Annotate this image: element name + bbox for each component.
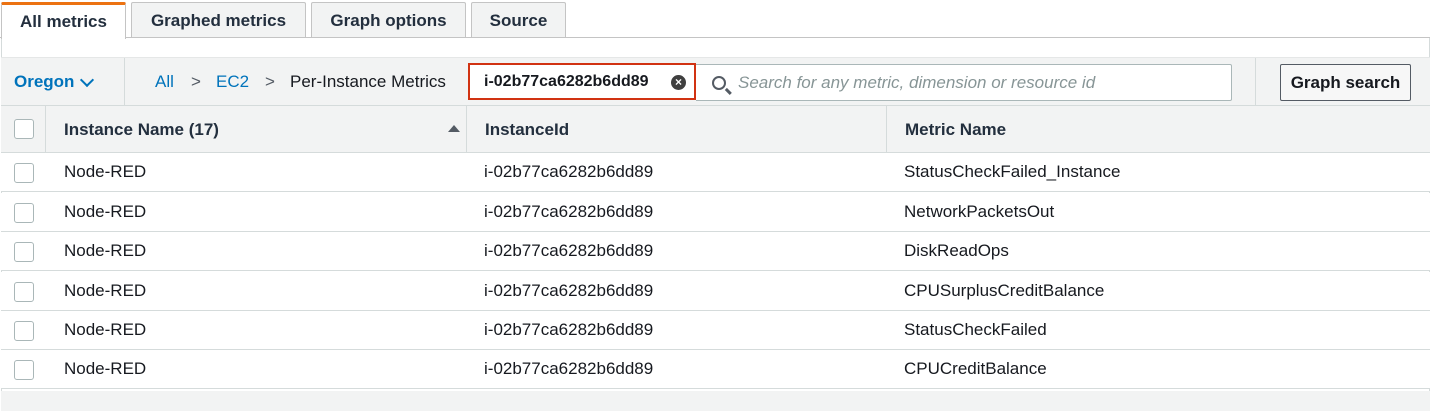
toolbar-divider bbox=[124, 58, 125, 106]
breadcrumb-all[interactable]: All bbox=[155, 72, 174, 92]
tab-bar: All metrics Graphed metrics Graph option… bbox=[0, 0, 1432, 39]
instance-id-cell: i-02b77ca6282b6dd89 bbox=[484, 359, 654, 378]
graph-search-button[interactable]: Graph search bbox=[1280, 64, 1411, 101]
instance-id-cell: i-02b77ca6282b6dd89 bbox=[484, 281, 654, 300]
breadcrumb-separator: > bbox=[265, 72, 275, 91]
row-checkbox[interactable] bbox=[14, 163, 34, 183]
row-checkbox[interactable] bbox=[14, 282, 34, 302]
table-row[interactable]: Node-RED i-02b77ca6282b6dd89 DiskReadOps bbox=[1, 232, 1430, 271]
instance-name-cell: Node-RED bbox=[64, 241, 147, 260]
column-header-metric-name[interactable]: Metric Name bbox=[905, 106, 1006, 153]
table-header: Instance Name (17) InstanceId Metric Nam… bbox=[1, 105, 1430, 153]
metric-name-cell: StatusCheckFailed bbox=[904, 320, 1047, 339]
table-row[interactable]: Node-RED i-02b77ca6282b6dd89 CPUCreditBa… bbox=[1, 350, 1430, 389]
column-header-instance-id[interactable]: InstanceId bbox=[485, 106, 569, 153]
tab-graphed-metrics[interactable]: Graphed metrics bbox=[131, 2, 306, 38]
row-checkbox[interactable] bbox=[14, 203, 34, 223]
instance-id-cell: i-02b77ca6282b6dd89 bbox=[484, 241, 654, 260]
column-divider bbox=[466, 106, 467, 153]
instance-name-cell: Node-RED bbox=[64, 162, 147, 181]
metric-search[interactable] bbox=[696, 64, 1232, 101]
table-row[interactable]: Node-RED i-02b77ca6282b6dd89 NetworkPack… bbox=[1, 193, 1430, 232]
row-checkbox[interactable] bbox=[14, 321, 34, 341]
table-row[interactable]: Node-RED i-02b77ca6282b6dd89 StatusCheck… bbox=[1, 153, 1430, 192]
metric-name-cell: NetworkPacketsOut bbox=[904, 202, 1055, 221]
instance-name-cell: Node-RED bbox=[64, 320, 147, 339]
select-all-checkbox[interactable] bbox=[14, 119, 34, 139]
instance-name-cell: Node-RED bbox=[64, 359, 147, 378]
tab-all-metrics[interactable]: All metrics bbox=[1, 2, 126, 39]
table-footer bbox=[1, 391, 1430, 411]
metric-name-cell: StatusCheckFailed_Instance bbox=[904, 162, 1121, 181]
search-input[interactable] bbox=[738, 65, 1218, 100]
instance-id-cell: i-02b77ca6282b6dd89 bbox=[484, 320, 654, 339]
instance-id-cell: i-02b77ca6282b6dd89 bbox=[484, 202, 654, 221]
breadcrumb-ec2[interactable]: EC2 bbox=[216, 72, 249, 92]
metric-name-cell: CPUSurplusCreditBalance bbox=[904, 281, 1105, 300]
browse-toolbar: Oregon All > EC2 > Per-Instance Metrics … bbox=[1, 57, 1430, 106]
column-header-instance-name[interactable]: Instance Name (17) bbox=[64, 106, 219, 153]
breadcrumb-current: Per-Instance Metrics bbox=[290, 72, 446, 91]
instance-id-cell: i-02b77ca6282b6dd89 bbox=[484, 162, 654, 181]
sort-ascending-icon[interactable] bbox=[448, 125, 460, 132]
filter-token-label: i-02b77ca6282b6dd89 bbox=[484, 72, 649, 90]
chevron-down-icon bbox=[80, 72, 95, 87]
column-divider bbox=[886, 106, 887, 153]
tab-source[interactable]: Source bbox=[471, 2, 566, 38]
clear-icon[interactable]: × bbox=[671, 75, 686, 90]
breadcrumb-separator: > bbox=[191, 72, 201, 91]
column-divider bbox=[45, 106, 46, 153]
region-selector[interactable]: Oregon bbox=[14, 72, 95, 92]
instance-name-cell: Node-RED bbox=[64, 281, 147, 300]
row-checkbox[interactable] bbox=[14, 360, 34, 380]
filter-token[interactable]: i-02b77ca6282b6dd89 × bbox=[468, 63, 696, 100]
search-icon bbox=[712, 76, 726, 90]
tab-graph-options[interactable]: Graph options bbox=[311, 2, 466, 38]
row-checkbox[interactable] bbox=[14, 242, 34, 262]
metric-name-cell: DiskReadOps bbox=[904, 241, 1009, 260]
instance-name-cell: Node-RED bbox=[64, 202, 147, 221]
region-label: Oregon bbox=[14, 72, 75, 91]
table-row[interactable]: Node-RED i-02b77ca6282b6dd89 StatusCheck… bbox=[1, 311, 1430, 350]
toolbar-divider bbox=[1255, 58, 1256, 106]
metric-name-cell: CPUCreditBalance bbox=[904, 359, 1047, 378]
table-row[interactable]: Node-RED i-02b77ca6282b6dd89 CPUSurplusC… bbox=[1, 272, 1430, 311]
